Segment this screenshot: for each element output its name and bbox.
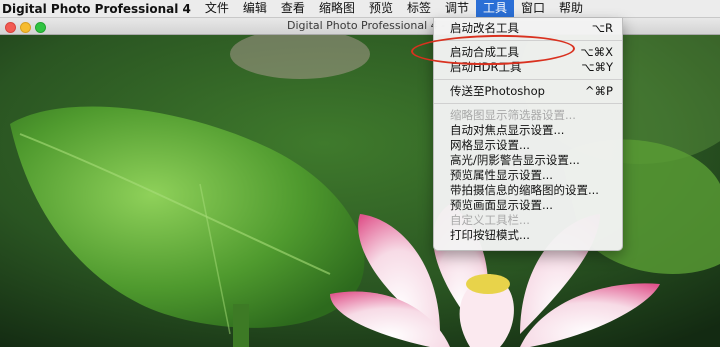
- menu-item-label: 带拍摄信息的缩略图的设置...: [450, 183, 599, 197]
- menu-item-label: 自定义工具栏...: [450, 213, 530, 227]
- window-title: Digital Photo Professional 4 -: [287, 19, 446, 32]
- menu-item-preview-properties-settings[interactable]: 预览属性显示设置...: [434, 168, 622, 183]
- menu-item-label: 预览画面显示设置...: [450, 198, 553, 212]
- zoom-window-button[interactable]: [35, 22, 46, 33]
- menu-adjust[interactable]: 调节: [438, 0, 476, 17]
- menu-view[interactable]: 查看: [274, 0, 312, 17]
- menu-help[interactable]: 帮助: [552, 0, 590, 17]
- menu-item-grid-settings[interactable]: 网格显示设置...: [434, 138, 622, 153]
- menu-preview[interactable]: 预览: [362, 0, 400, 17]
- menu-separator: [434, 103, 622, 104]
- menu-label[interactable]: 标签: [400, 0, 438, 17]
- menu-item-thumbnail-filter-settings: 缩略图显示筛选器设置...: [434, 108, 622, 123]
- menu-item-highlight-shadow-warning-settings[interactable]: 高光/阴影警告显示设置...: [434, 153, 622, 168]
- menu-bar: Digital Photo Professional 4 文件 编辑 查看 缩略…: [0, 0, 720, 18]
- menu-item-shortcut: ⌥⌘Y: [581, 60, 613, 74]
- menu-item-label: 传送至Photoshop: [450, 84, 545, 98]
- menu-item-shortcut: ⌥⌘X: [580, 45, 613, 59]
- menu-item-label: 自动对焦点显示设置...: [450, 123, 565, 137]
- menu-item-label: 缩略图显示筛选器设置...: [450, 108, 576, 122]
- menu-item-customize-toolbar: 自定义工具栏...: [434, 213, 622, 228]
- menu-item-label: 预览属性显示设置...: [450, 168, 553, 182]
- menu-item-preview-display-settings[interactable]: 预览画面显示设置...: [434, 198, 622, 213]
- menu-item-print-button-mode[interactable]: 打印按钮模式...: [434, 228, 622, 243]
- menu-thumbnail[interactable]: 缩略图: [312, 0, 362, 17]
- app-menu[interactable]: Digital Photo Professional 4: [0, 2, 198, 16]
- menu-item-send-to-photoshop[interactable]: 传送至Photoshop ^⌘P: [434, 84, 622, 99]
- menu-item-label: 网格显示设置...: [450, 138, 530, 152]
- menu-item-rename-tool[interactable]: 启动改名工具 ⌥R: [434, 21, 622, 36]
- minimize-window-button[interactable]: [20, 22, 31, 33]
- menu-file[interactable]: 文件: [198, 0, 236, 17]
- menu-item-shortcut: ^⌘P: [584, 84, 613, 98]
- menu-window[interactable]: 窗口: [514, 0, 552, 17]
- menu-item-label: 启动改名工具: [450, 21, 519, 35]
- menu-edit[interactable]: 编辑: [236, 0, 274, 17]
- menu-separator: [434, 79, 622, 80]
- menu-item-af-point-settings[interactable]: 自动对焦点显示设置...: [434, 123, 622, 138]
- menu-item-label: 高光/阴影警告显示设置...: [450, 153, 580, 167]
- menu-item-label: 打印按钮模式...: [450, 228, 530, 242]
- menu-tools[interactable]: 工具: [476, 0, 515, 17]
- close-window-button[interactable]: [5, 22, 16, 33]
- menu-item-thumbnail-info-settings[interactable]: 带拍摄信息的缩略图的设置...: [434, 183, 622, 198]
- menu-item-shortcut: ⌥R: [591, 21, 613, 35]
